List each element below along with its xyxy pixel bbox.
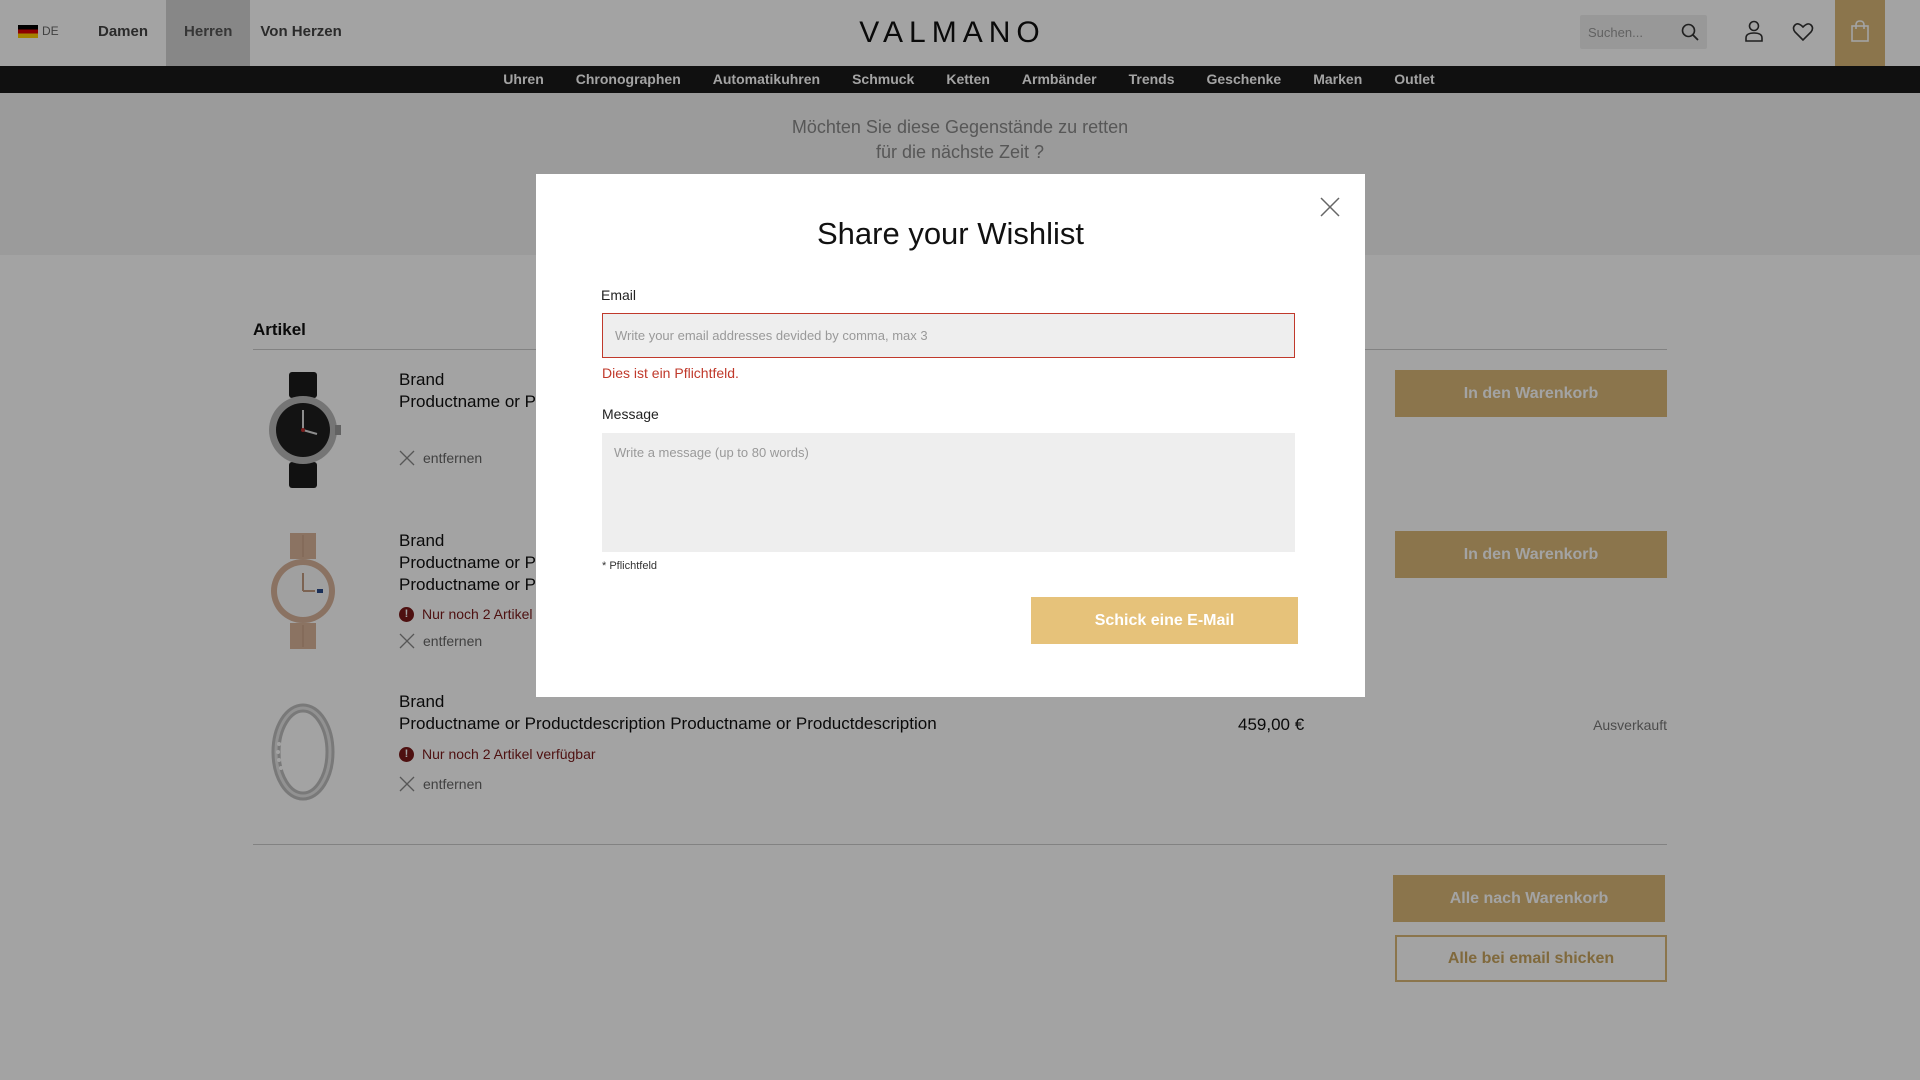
share-wishlist-modal: Share your Wishlist Email Dies ist ein P… [536, 174, 1365, 697]
modal-title: Share your Wishlist [816, 216, 1085, 251]
send-email-button[interactable]: Schick eine E-Mail [1031, 597, 1298, 644]
email-field[interactable] [602, 313, 1295, 358]
email-error-message: Dies ist ein Pflichtfeld. [602, 365, 739, 381]
message-label: Message [602, 406, 659, 422]
close-icon[interactable] [1319, 196, 1341, 218]
message-field[interactable] [602, 433, 1295, 552]
email-label: Email [601, 287, 637, 303]
required-note: * Pflichtfeld [602, 560, 658, 572]
